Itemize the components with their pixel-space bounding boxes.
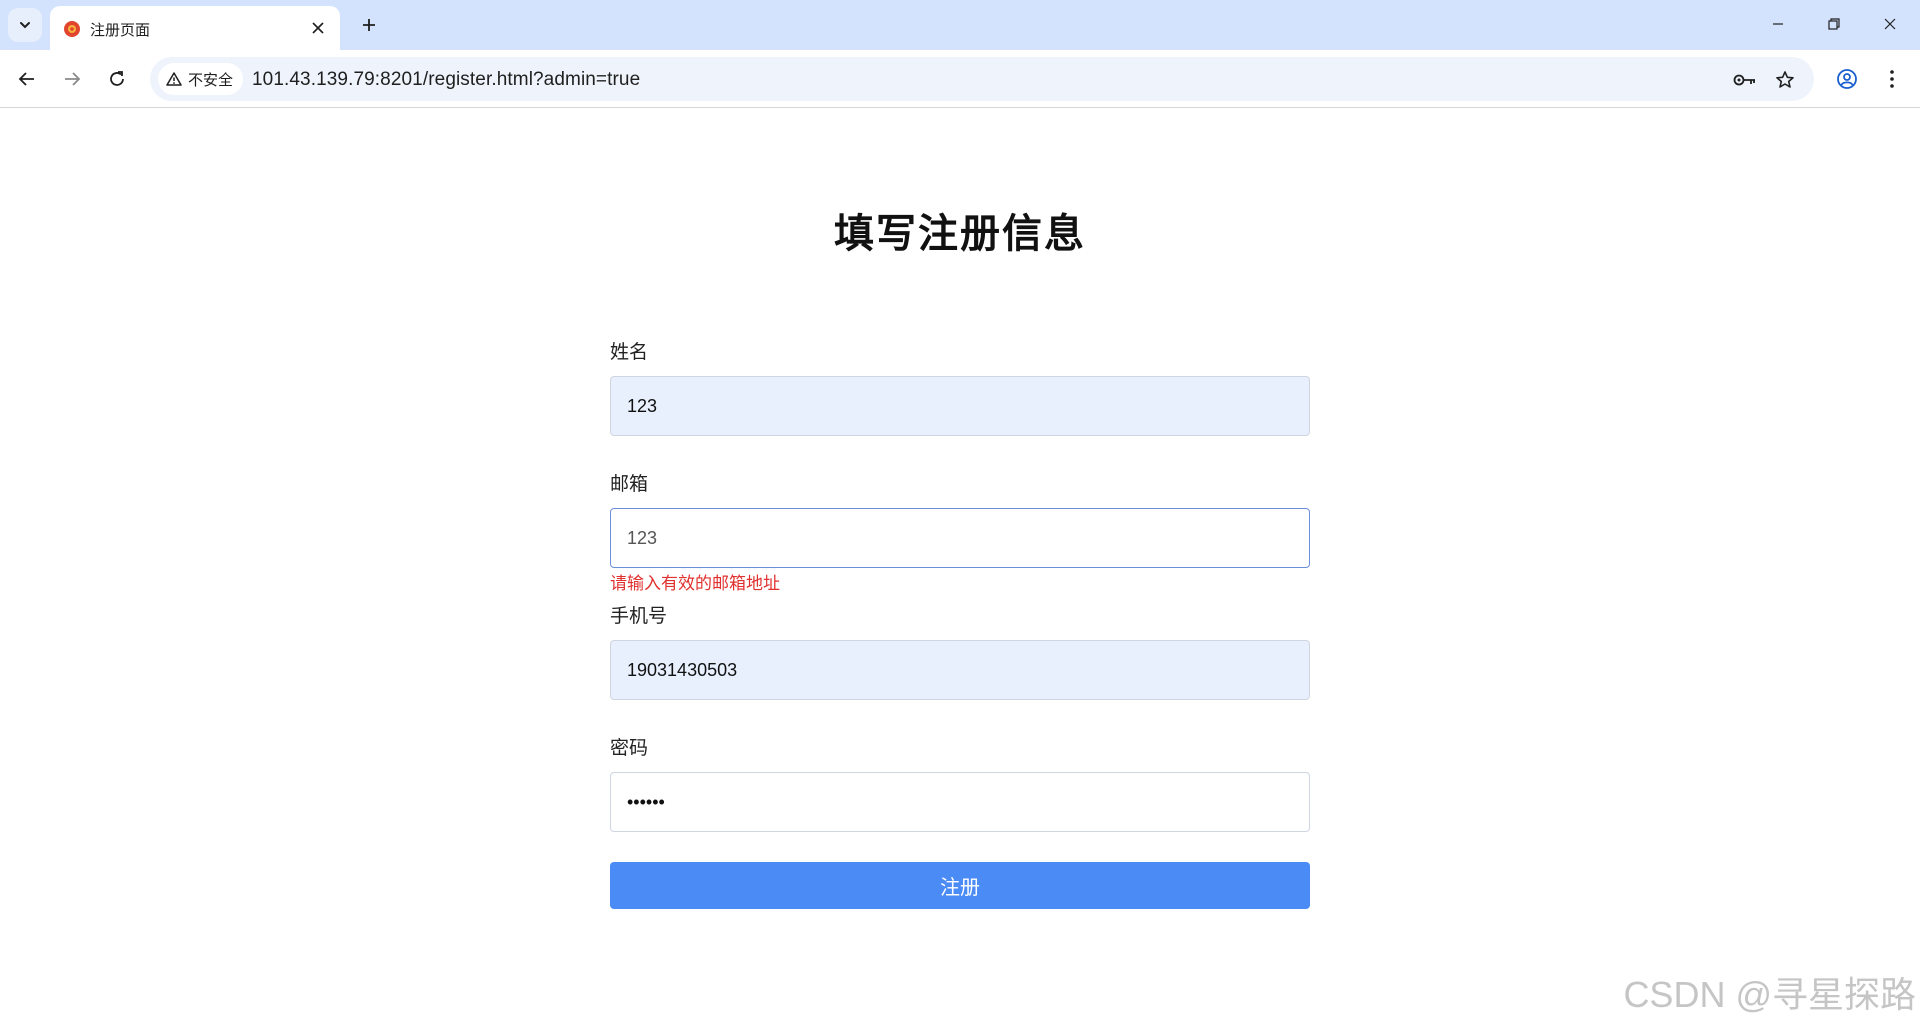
email-input[interactable] [610, 508, 1310, 568]
password-key-button[interactable] [1730, 65, 1760, 95]
key-icon [1733, 74, 1755, 86]
bookmark-button[interactable] [1770, 65, 1800, 95]
plus-icon [363, 19, 375, 31]
tab-close-button[interactable] [304, 14, 332, 42]
star-icon [1776, 71, 1794, 88]
tab-search-button[interactable] [8, 8, 42, 42]
active-tab[interactable]: 注册页面 [50, 6, 340, 50]
password-label: 密码 [610, 738, 649, 759]
favicon-icon [64, 21, 80, 37]
phone-input[interactable] [610, 640, 1310, 700]
account-icon [1837, 69, 1857, 89]
url-text[interactable]: 101.43.139.79:8201/register.html?admin=t… [252, 69, 640, 91]
address-bar[interactable]: 不安全 101.43.139.79:8201/register.html?adm… [150, 57, 1814, 101]
chevron-down-icon [20, 22, 30, 29]
tab-title: 注册页面 [90, 22, 151, 39]
email-error-message: 请输入有效的邮箱地址 [610, 574, 780, 593]
arrow-right-icon [65, 72, 81, 86]
arrow-left-icon [18, 72, 34, 86]
warning-icon [166, 72, 182, 86]
restore-button[interactable] [1806, 0, 1862, 48]
forward-button[interactable] [54, 61, 90, 97]
window-close-button[interactable] [1862, 0, 1918, 48]
reload-icon [110, 71, 124, 86]
browser-toolbar: 不安全 101.43.139.79:8201/register.html?adm… [0, 50, 1920, 108]
restore-icon [1828, 18, 1840, 30]
profile-button[interactable] [1829, 61, 1865, 97]
register-button[interactable]: 注册 [610, 862, 1310, 909]
security-label: 不安全 [188, 71, 234, 89]
minimize-icon [1773, 23, 1783, 25]
more-vert-icon [1890, 70, 1894, 88]
name-input[interactable] [610, 376, 1310, 436]
new-tab-button[interactable] [352, 8, 386, 42]
page-title: 填写注册信息 [834, 212, 1086, 256]
password-input[interactable] [610, 772, 1310, 832]
reload-button[interactable] [99, 61, 135, 97]
security-chip[interactable]: 不安全 [158, 63, 244, 95]
minimize-button[interactable] [1750, 0, 1806, 48]
menu-button[interactable] [1874, 61, 1910, 97]
back-button[interactable] [9, 61, 45, 97]
close-icon [1884, 18, 1896, 30]
watermark: CSDN @寻星探路 [1623, 974, 1916, 1015]
name-label: 姓名 [610, 342, 649, 363]
phone-label: 手机号 [610, 606, 668, 627]
tab-strip: 注册页面 [0, 0, 1920, 50]
page-content: 填写注册信息 姓名 邮箱 请输入有效的邮箱地址 手机号 密码 注册 CSDN @… [0, 109, 1920, 1020]
email-label: 邮箱 [610, 474, 649, 495]
close-icon [312, 22, 324, 34]
